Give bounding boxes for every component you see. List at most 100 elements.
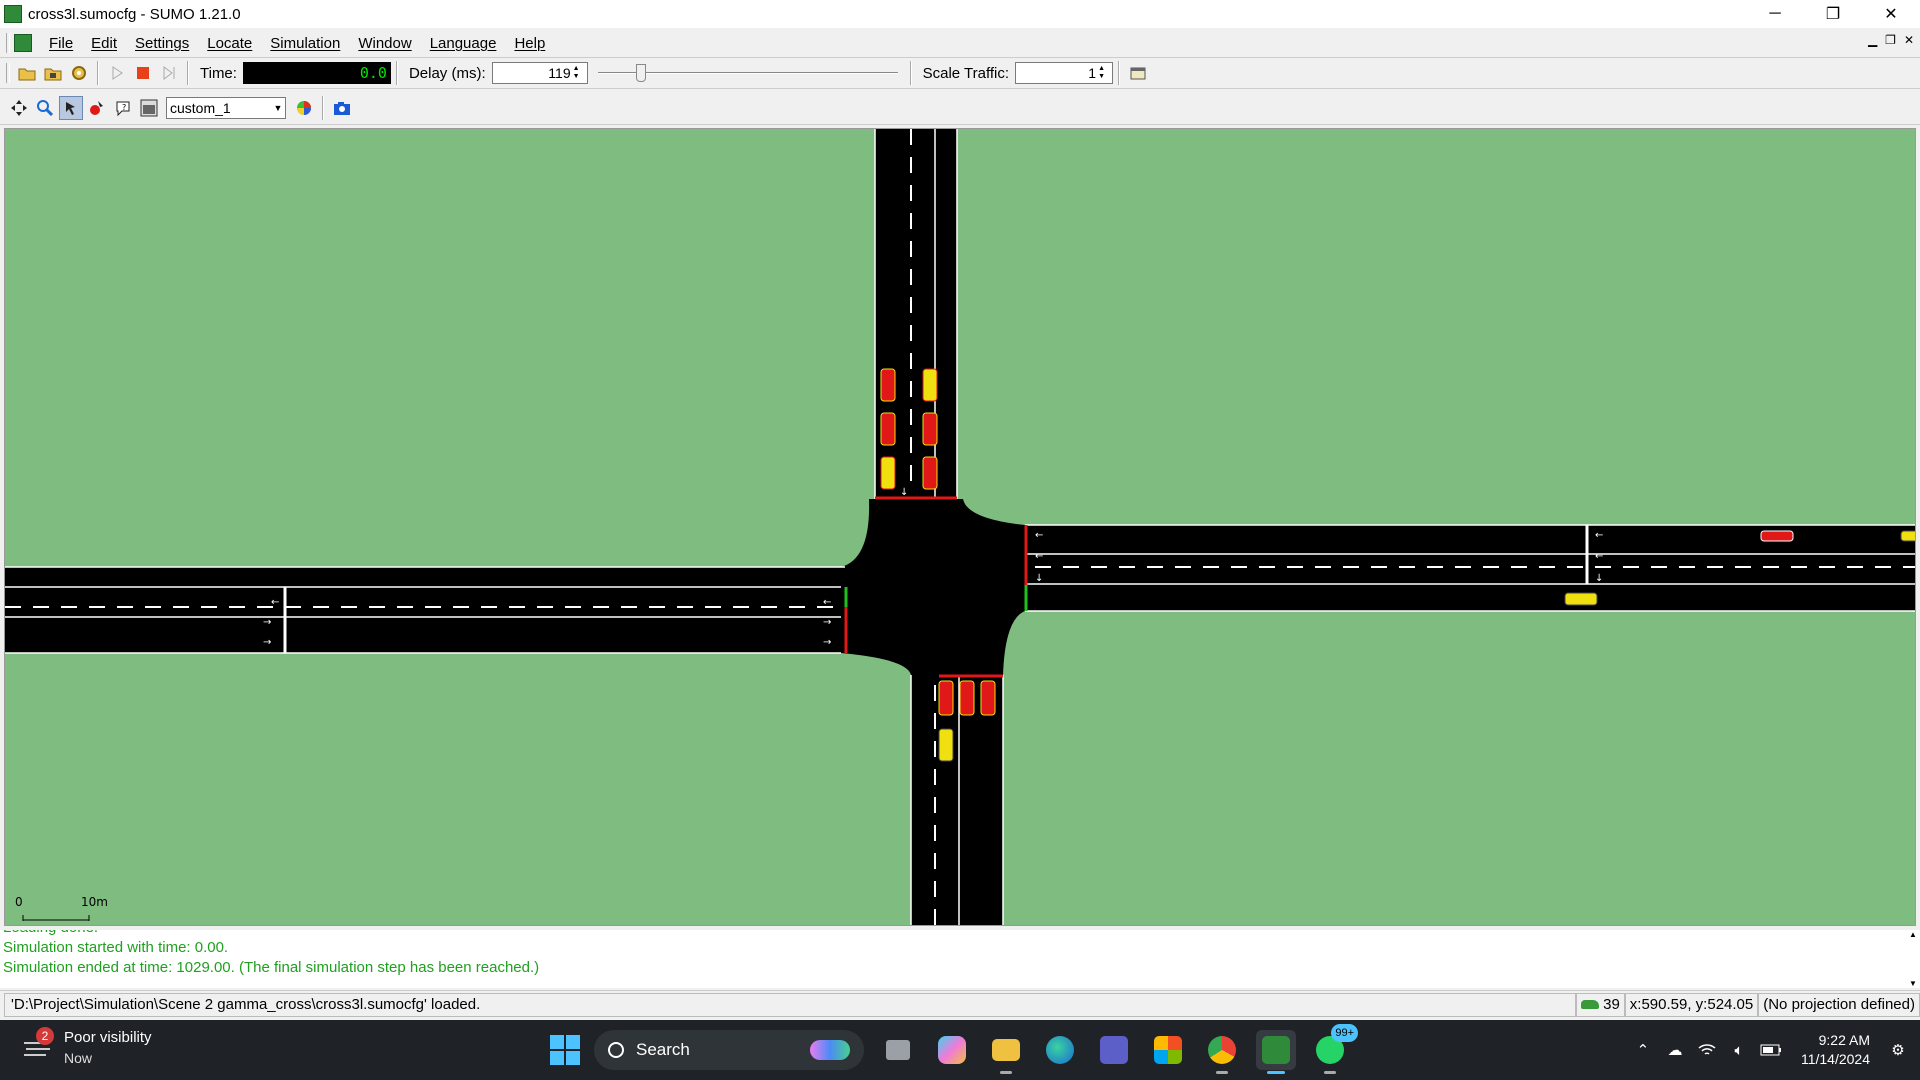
mdi-close-button[interactable]: ✕	[1904, 33, 1914, 47]
menu-locate[interactable]: Locate	[198, 35, 261, 52]
view-toolbar: ? custom_1 ▼	[0, 91, 1920, 125]
mdi-minimize-button[interactable]: ▁	[1868, 33, 1877, 47]
message-scrollbar[interactable]: ▲ ▼	[1906, 930, 1920, 988]
vehicle-car[interactable]	[922, 412, 938, 446]
mdi-window-icon[interactable]	[14, 34, 32, 52]
screenshot-camera-icon[interactable]	[330, 96, 354, 120]
svg-text:→: →	[823, 637, 831, 648]
color-wheel-icon[interactable]	[292, 96, 316, 120]
battery-icon[interactable]	[1757, 1030, 1785, 1070]
vehicle-car[interactable]	[880, 368, 896, 402]
scroll-down-icon[interactable]: ▼	[1909, 979, 1917, 988]
menu-help[interactable]: Help	[505, 35, 554, 52]
volume-icon[interactable]: 🔈︎	[1725, 1030, 1753, 1070]
spin-down-icon[interactable]: ▼	[573, 73, 585, 81]
vehicle-car[interactable]	[880, 412, 896, 446]
svg-text:←: ←	[1595, 551, 1603, 562]
file-explorer-icon[interactable]	[986, 1030, 1026, 1074]
teams-icon[interactable]	[1094, 1030, 1134, 1070]
menu-settings[interactable]: Settings	[126, 35, 198, 52]
chrome-icon[interactable]	[1202, 1030, 1242, 1074]
status-bar: 'D:\Project\Simulation\Scene 2 gamma_cro…	[0, 990, 1920, 1018]
road-network	[5, 129, 1915, 925]
spin-down-icon[interactable]: ▼	[1098, 73, 1110, 81]
zoom-icon[interactable]	[33, 96, 57, 120]
task-view-icon[interactable]	[878, 1030, 918, 1070]
run-icon[interactable]	[105, 61, 129, 85]
copilot-icon[interactable]	[932, 1030, 972, 1070]
network-view[interactable]: ↓ ← → → ← → → ← ← ↓ ← ← ↓ 0 10m	[5, 129, 1916, 926]
weather-widget[interactable]: 2 Poor visibility Now	[22, 1027, 152, 1068]
menu-file[interactable]: File	[40, 35, 82, 52]
menu-language[interactable]: Language	[421, 35, 506, 52]
slider-thumb[interactable]	[635, 64, 646, 82]
clock-date: 11/14/2024	[1800, 1051, 1870, 1067]
whatsapp-badge: 99+	[1331, 1024, 1358, 1042]
wifi-icon[interactable]	[1693, 1030, 1721, 1070]
tooltip-icon[interactable]: ?	[111, 96, 135, 120]
microsoft-store-icon[interactable]	[1148, 1030, 1188, 1070]
minimize-button[interactable]: ─	[1746, 0, 1804, 28]
whatsapp-icon[interactable]: 99+	[1310, 1024, 1358, 1074]
vehicle-car[interactable]	[938, 680, 954, 716]
onedrive-cloud-icon[interactable]: ☁	[1661, 1030, 1689, 1070]
window-title: cross3l.sumocfg - SUMO 1.21.0	[28, 5, 241, 23]
scale-traffic-spinner[interactable]: 1 ▲ ▼	[1015, 62, 1114, 84]
chevron-down-icon[interactable]: ▼	[271, 98, 285, 118]
restore-button[interactable]: ❐	[1804, 0, 1862, 28]
delay-label: Delay (ms):	[408, 64, 486, 82]
step-icon[interactable]	[157, 61, 181, 85]
reload-icon[interactable]	[67, 61, 91, 85]
vehicle-car[interactable]	[1900, 530, 1916, 542]
select-icon[interactable]	[85, 96, 109, 120]
delay-slider[interactable]	[597, 62, 898, 84]
delay-value: 119	[548, 65, 571, 81]
svg-text:←: ←	[271, 597, 279, 608]
open-network-icon[interactable]	[41, 61, 65, 85]
menu-edit[interactable]: Edit	[82, 35, 126, 52]
message-window[interactable]: Loading done. Simulation started with ti…	[0, 930, 1920, 988]
vehicle-car[interactable]	[922, 456, 938, 490]
svg-text:→: →	[263, 637, 271, 648]
clock-time: 9:22 AM	[1818, 1032, 1870, 1048]
vehicle-car[interactable]	[938, 728, 954, 762]
edge-browser-icon[interactable]	[1040, 1030, 1080, 1070]
fog-icon: 2	[22, 1027, 54, 1063]
taskbar-search[interactable]: Search	[594, 1030, 864, 1070]
close-button[interactable]: ✕	[1862, 0, 1920, 28]
vehicle-car[interactable]	[1760, 530, 1794, 542]
recenter-view-icon[interactable]	[7, 96, 31, 120]
simulation-canvas[interactable]: ↓ ← → → ← → → ← ← ↓ ← ← ↓ 0 10m	[4, 128, 1916, 926]
visualization-scheme-select[interactable]: custom_1 ▼	[166, 96, 286, 119]
vehicle-car[interactable]	[980, 680, 996, 716]
sumo-taskbar-icon[interactable]	[1256, 1030, 1296, 1074]
vehicle-car[interactable]	[959, 680, 975, 716]
toolbar-separator	[187, 61, 189, 85]
spin-up-icon[interactable]: ▲	[1098, 65, 1110, 73]
toolbar-grip	[6, 63, 10, 83]
spin-up-icon[interactable]: ▲	[573, 65, 585, 73]
system-clock[interactable]: 9:22 AM 11/14/2024	[1801, 1031, 1870, 1069]
mdi-restore-button[interactable]: ❐	[1885, 33, 1896, 47]
open-folder-icon[interactable]	[15, 61, 39, 85]
notification-bell-icon[interactable]: ⚙	[1884, 1030, 1912, 1070]
copilot-search-highlight-icon	[810, 1040, 850, 1060]
vehicle-car[interactable]	[1564, 592, 1598, 606]
new-view-icon[interactable]	[1126, 61, 1150, 85]
scroll-up-icon[interactable]: ▲	[1909, 930, 1917, 939]
title-bar: cross3l.sumocfg - SUMO 1.21.0 ─ ❐ ✕	[0, 0, 1920, 28]
chevron-up-icon[interactable]: ⌃	[1629, 1030, 1657, 1070]
vehicle-car[interactable]	[880, 456, 896, 490]
menu-window[interactable]: Window	[349, 35, 420, 52]
delay-spinner[interactable]: 119 ▲ ▼	[491, 62, 588, 84]
windows-start-icon[interactable]	[550, 1035, 580, 1065]
stop-icon[interactable]	[131, 61, 155, 85]
vehicle-car[interactable]	[922, 368, 938, 402]
weather-alert-badge: 2	[36, 1027, 54, 1045]
editor-icon[interactable]	[137, 96, 161, 120]
weather-title: Poor visibility	[64, 1029, 152, 1046]
locate-icon[interactable]	[59, 95, 83, 120]
message-line: Simulation ended at time: 1029.00. (The …	[3, 959, 540, 976]
menubar-grip	[6, 33, 10, 53]
menu-simulation[interactable]: Simulation	[261, 35, 349, 52]
